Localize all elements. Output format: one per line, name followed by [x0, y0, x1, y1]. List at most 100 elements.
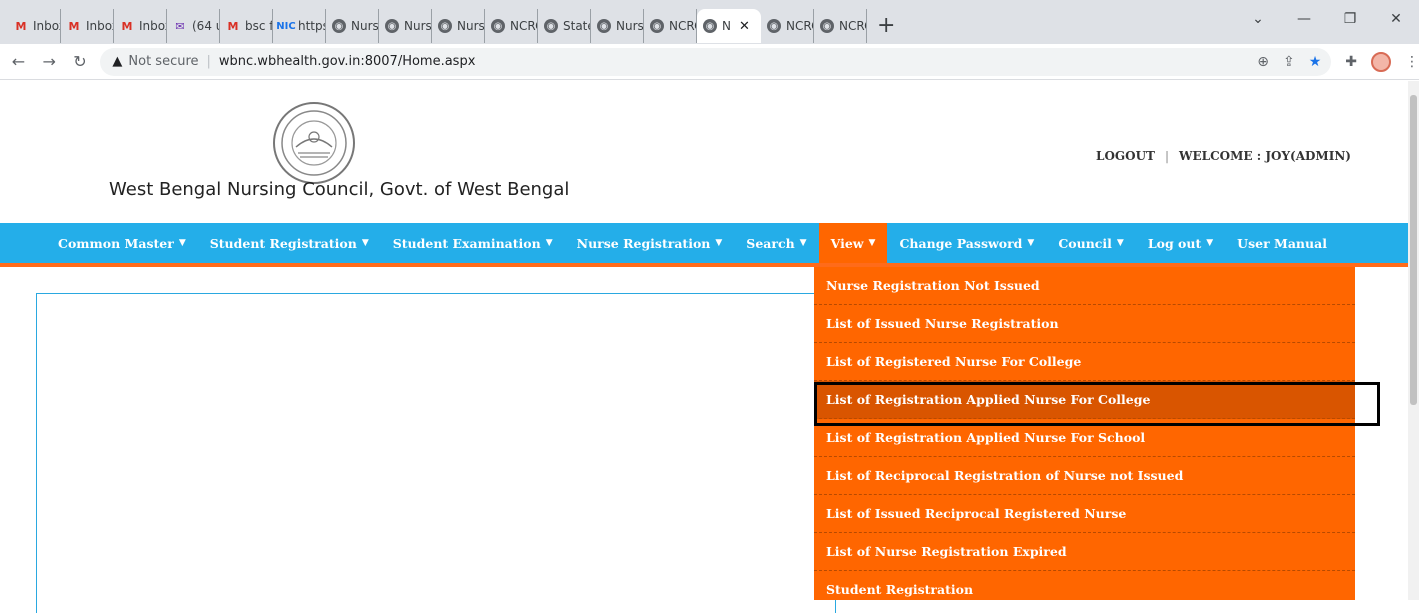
browser-tab[interactable]: ◉ NCRC	[814, 9, 867, 43]
menu-item-nurse-registration-not-issued[interactable]: Nurse Registration Not Issued	[814, 267, 1355, 305]
menu-kebab-icon[interactable]: ⋮	[1405, 54, 1419, 70]
reload-icon[interactable]: ↻	[68, 52, 93, 71]
council-logo	[273, 102, 355, 184]
nav-label: Nurse Registration	[576, 235, 711, 251]
tab-label: N	[722, 19, 731, 33]
nav-label: User Manual	[1237, 235, 1327, 251]
caret-down-icon: ▼	[715, 238, 723, 248]
nav-label: Student Examination	[392, 235, 541, 251]
tab-label: Inbox	[139, 19, 166, 33]
menu-item-issued-nurse-registration[interactable]: List of Issued Nurse Registration	[814, 305, 1355, 343]
caret-down-icon: ▼	[361, 238, 369, 248]
tab-label: NCRC	[669, 19, 696, 33]
browser-toolbar: ← → ↻ ▲ Not secure | wbnc.wbhealth.gov.i…	[0, 44, 1419, 80]
warning-icon[interactable]: ▲	[112, 54, 122, 69]
new-tab-button[interactable]: +	[877, 13, 895, 38]
tab-label: Nursi	[404, 19, 432, 33]
tab-label: Nursi	[457, 19, 485, 33]
browser-tab[interactable]: M Inbox	[114, 9, 167, 43]
nav-search[interactable]: Search ▼	[734, 223, 818, 263]
browser-tab[interactable]: NIChttps:	[273, 9, 326, 43]
caret-down-icon: ▼	[545, 238, 553, 248]
divider: |	[1165, 149, 1170, 163]
nav-student-examination[interactable]: Student Examination ▼	[381, 223, 565, 263]
forward-icon[interactable]: →	[37, 52, 62, 71]
browser-tab[interactable]: M Inbox	[61, 9, 114, 43]
tab-label: State	[563, 19, 590, 33]
tab-search-icon[interactable]: ⌄	[1235, 11, 1281, 27]
browser-tab[interactable]: ✉ (64 u	[167, 9, 220, 43]
menu-item-issued-reciprocal[interactable]: List of Issued Reciprocal Registered Nur…	[814, 495, 1355, 533]
menu-item-registration-applied-school[interactable]: List of Registration Applied Nurse For S…	[814, 419, 1355, 457]
scrollbar-thumb[interactable]	[1410, 95, 1417, 405]
restore-icon[interactable]: ❐	[1327, 11, 1373, 27]
tab-label: NCRC	[510, 19, 537, 33]
nav-user-manual[interactable]: User Manual	[1225, 223, 1339, 263]
nav-change-password[interactable]: Change Password ▼	[887, 223, 1046, 263]
back-icon[interactable]: ←	[6, 52, 31, 71]
toolbar-extensions: ✚ ⋮	[1345, 51, 1419, 72]
nav-student-registration[interactable]: Student Registration ▼	[198, 223, 381, 263]
nav-log-out[interactable]: Log out ▼	[1136, 223, 1225, 263]
tab-label: NCRC	[786, 19, 813, 33]
bookmark-star-icon[interactable]: ★	[1309, 54, 1322, 70]
nic-icon: NIC	[276, 20, 296, 32]
gmail-icon: M	[15, 19, 27, 33]
browser-tab[interactable]: ◉ NCRC	[761, 9, 814, 43]
nav-common-master[interactable]: Common Master ▼	[46, 223, 198, 263]
gmail-icon: M	[227, 19, 239, 33]
logout-link[interactable]: LOGOUT	[1096, 149, 1155, 163]
tab-label: https:	[298, 19, 325, 33]
browser-tab[interactable]: Mbsc fi	[220, 9, 273, 43]
caret-down-icon: ▼	[178, 238, 186, 248]
globe-icon: ◉	[544, 19, 558, 33]
browser-tab[interactable]: ◉ Nursi	[326, 9, 379, 43]
view-dropdown-menu: Nurse Registration Not Issued List of Is…	[814, 267, 1355, 600]
address-bar[interactable]: ▲ Not secure | wbnc.wbhealth.gov.in:8007…	[100, 47, 1332, 76]
globe-icon: ◉	[438, 19, 452, 33]
profile-avatar[interactable]	[1371, 51, 1391, 72]
divider: |	[206, 54, 211, 69]
nav-council[interactable]: Council ▼	[1046, 223, 1136, 263]
nav-label: Council	[1058, 235, 1112, 251]
caret-down-icon: ▼	[1027, 238, 1035, 248]
nav-label: Log out	[1147, 235, 1202, 251]
browser-tab[interactable]: ◉ Nursi	[432, 9, 485, 43]
browser-tab-strip: M Inbox M Inbox M Inbox ✉ (64 u Mbsc fi NICh…	[0, 0, 1419, 44]
nav-view[interactable]: View ▼	[818, 223, 888, 263]
browser-tab[interactable]: ◉ Nursi	[591, 9, 644, 43]
security-status[interactable]: Not secure	[128, 54, 198, 69]
url-text[interactable]: wbnc.wbhealth.gov.in:8007/Home.aspx	[219, 54, 476, 69]
caret-down-icon: ▼	[1206, 238, 1214, 248]
caret-down-icon: ▼	[799, 238, 807, 248]
zoom-icon[interactable]: ⊕	[1257, 54, 1269, 70]
globe-icon: ◉	[820, 19, 834, 33]
user-links: LOGOUT | WELCOME : JOY(ADMIN)	[1096, 149, 1351, 163]
gmail-icon: M	[121, 19, 133, 33]
caret-down-icon: ▼	[1116, 238, 1124, 248]
nav-label: Student Registration	[209, 235, 357, 251]
browser-tab[interactable]: ◉ NCRC	[644, 9, 697, 43]
close-window-icon[interactable]: ✕	[1373, 11, 1419, 27]
page-scrollbar[interactable]	[1408, 81, 1419, 600]
menu-item-reciprocal-not-issued[interactable]: List of Reciprocal Registration of Nurse…	[814, 457, 1355, 495]
caret-down-icon: ▼	[868, 238, 876, 248]
menu-item-registration-expired[interactable]: List of Nurse Registration Expired	[814, 533, 1355, 571]
browser-tab[interactable]: M Inbox	[8, 9, 61, 43]
browser-tab[interactable]: ◉ State	[538, 9, 591, 43]
close-tab-icon[interactable]: ✕	[739, 19, 750, 34]
browser-tab-active[interactable]: ◉ N ✕	[697, 9, 761, 43]
tab-label: NCRC	[839, 19, 866, 33]
nav-nurse-registration[interactable]: Nurse Registration ▼	[565, 223, 735, 263]
menu-item-student-registration[interactable]: Student Registration	[814, 571, 1355, 600]
extensions-puzzle-icon[interactable]: ✚	[1345, 54, 1357, 70]
menu-item-registration-applied-college[interactable]: List of Registration Applied Nurse For C…	[814, 381, 1355, 419]
menu-item-registered-nurse-college[interactable]: List of Registered Nurse For College	[814, 343, 1355, 381]
globe-icon: ◉	[650, 19, 664, 33]
minimize-icon[interactable]: —	[1281, 11, 1327, 27]
web-page: West Bengal Nursing Council, Govt. of We…	[0, 81, 1408, 613]
share-icon[interactable]: ⇪	[1283, 54, 1295, 70]
browser-tab[interactable]: ◉ Nursi	[379, 9, 432, 43]
tab-label: Inbox	[86, 19, 113, 33]
browser-tab[interactable]: ◉ NCRC	[485, 9, 538, 43]
